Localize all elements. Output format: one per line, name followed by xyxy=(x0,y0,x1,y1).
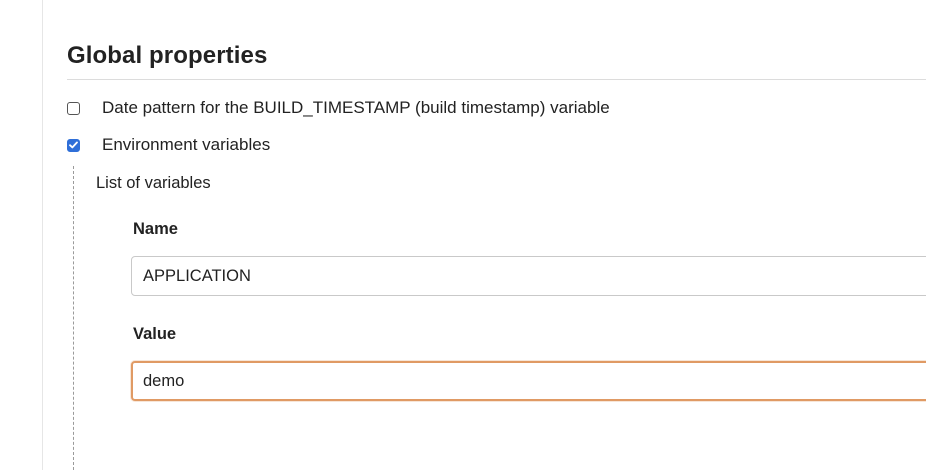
environment-variables-option[interactable]: Environment variables xyxy=(67,135,270,155)
date-pattern-option[interactable]: Date pattern for the BUILD_TIMESTAMP (bu… xyxy=(67,98,610,118)
section-divider xyxy=(67,79,926,80)
name-input[interactable] xyxy=(131,256,926,296)
checkmark-icon xyxy=(69,141,78,149)
value-label: Value xyxy=(133,325,177,343)
name-label: Name xyxy=(133,220,178,238)
date-pattern-checkbox[interactable] xyxy=(67,101,80,115)
left-divider xyxy=(42,0,43,470)
value-input[interactable] xyxy=(131,361,926,401)
environment-variables-checkbox[interactable] xyxy=(67,138,80,152)
list-of-variables-label: List of variables xyxy=(96,174,211,192)
global-properties-panel: Global properties Date pattern for the B… xyxy=(0,0,926,470)
environment-variables-label[interactable]: Environment variables xyxy=(102,135,270,155)
date-pattern-label[interactable]: Date pattern for the BUILD_TIMESTAMP (bu… xyxy=(102,98,610,118)
section-title: Global properties xyxy=(67,42,268,69)
nested-section-guide xyxy=(73,166,74,470)
